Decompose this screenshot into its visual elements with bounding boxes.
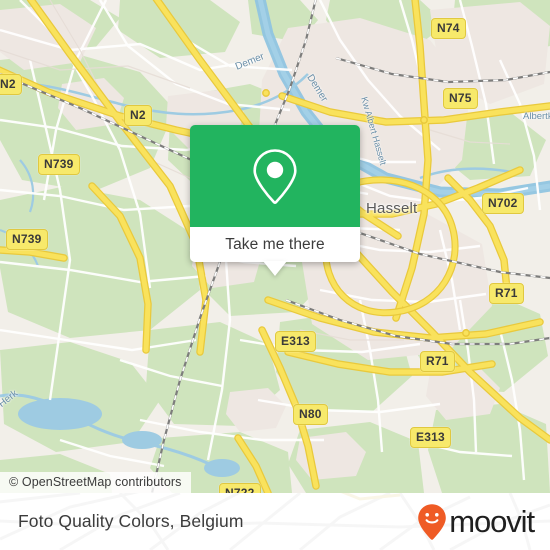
road-shield-e313-east[interactable]: E313 bbox=[410, 427, 451, 448]
road-shield-n2-west[interactable]: N2 bbox=[0, 74, 22, 95]
road-shield-e313-west[interactable]: E313 bbox=[275, 331, 316, 352]
callout-icon-area bbox=[190, 125, 360, 227]
road-shield-n74[interactable]: N74 bbox=[431, 18, 466, 39]
callout-pointer-tail bbox=[263, 261, 287, 276]
road-shield-r71-south[interactable]: R71 bbox=[420, 351, 455, 372]
footer-bar: Foto Quality Colors, Belgium moovit bbox=[0, 493, 550, 550]
road-shield-n75[interactable]: N75 bbox=[443, 88, 478, 109]
take-me-there-label: Take me there bbox=[225, 235, 325, 253]
location-title: Foto Quality Colors, Belgium bbox=[18, 511, 244, 531]
moovit-map-share-card: Hasselt Demer Demer Kw Albert Hasselt Al… bbox=[0, 0, 550, 550]
road-shield-n739-north[interactable]: N739 bbox=[38, 154, 80, 175]
road-shield-r71-north[interactable]: R71 bbox=[489, 283, 524, 304]
moovit-wordmark: moovit bbox=[449, 503, 535, 539]
road-shield-n722[interactable]: N722 bbox=[219, 483, 261, 493]
road-shield-n739-south[interactable]: N739 bbox=[6, 229, 48, 250]
take-me-there-button[interactable]: Take me there bbox=[190, 227, 360, 262]
moovit-pin-smiley-icon bbox=[418, 503, 447, 540]
road-shield-n702[interactable]: N702 bbox=[482, 193, 524, 214]
road-shield-n2[interactable]: N2 bbox=[124, 105, 152, 126]
take-me-there-callout[interactable]: Take me there bbox=[190, 125, 360, 276]
location-pin-icon bbox=[253, 149, 297, 204]
moovit-logo[interactable]: moovit bbox=[417, 503, 535, 541]
osm-attribution[interactable]: © OpenStreetMap contributors bbox=[0, 472, 191, 493]
road-shield-n80[interactable]: N80 bbox=[293, 404, 328, 425]
